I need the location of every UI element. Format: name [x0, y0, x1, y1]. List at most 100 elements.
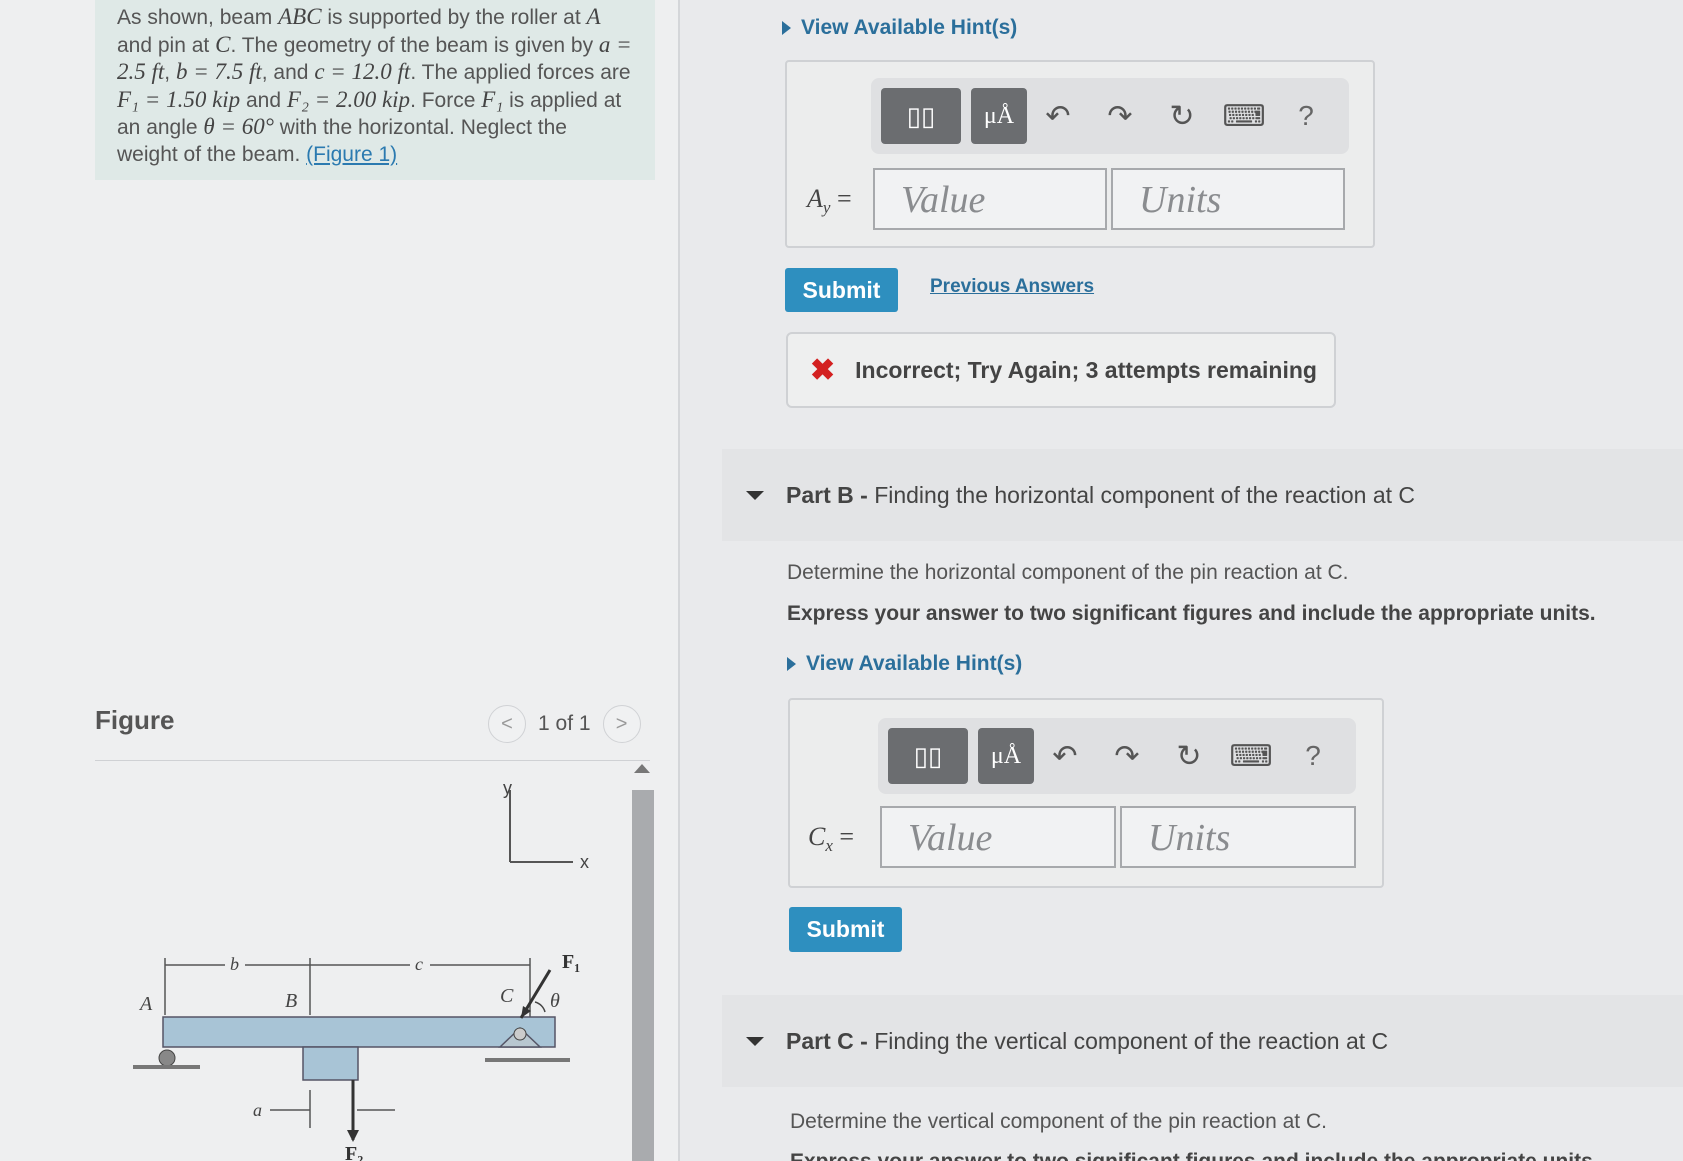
- units-input[interactable]: Units: [1111, 168, 1345, 230]
- text: . Force: [410, 88, 482, 112]
- text: . The geometry of the beam is given by: [230, 33, 599, 57]
- previous-answers-link[interactable]: Previous Answers: [930, 276, 1094, 298]
- undo-icon[interactable]: ↶: [1034, 739, 1096, 774]
- math: ABC: [278, 4, 322, 29]
- point-C-label: C: [500, 985, 514, 1007]
- redo-icon[interactable]: ↷: [1089, 99, 1151, 134]
- dim-b-label: b: [230, 954, 239, 974]
- math: A: [586, 4, 601, 29]
- beam: [162, 1016, 556, 1048]
- math: θ = 60°: [203, 114, 274, 139]
- part-c-title: Part C - Finding the vertical component …: [786, 1028, 1388, 1055]
- part-b-header[interactable]: Part B - Finding the horizontal componen…: [722, 449, 1683, 541]
- math: F₁: [481, 86, 504, 112]
- caret-right-icon: [787, 657, 796, 671]
- figure-pager: < 1 of 1 >: [488, 705, 641, 743]
- part-b-answer-box: ▯▯ μÅ ↶ ↷ ↻ ⌨ ? Cx = Value Units: [788, 698, 1384, 888]
- y-axis-label: y: [503, 778, 512, 798]
- math: F₂ = 2.00 kip: [286, 86, 411, 112]
- left-column: As shown, beam ABC is supported by the r…: [0, 0, 680, 1161]
- problem-statement: As shown, beam ABC is supported by the r…: [95, 0, 655, 180]
- dim-a-label: a: [253, 1100, 262, 1120]
- part-label: Part B -: [786, 481, 868, 508]
- roller-support: [158, 1049, 176, 1067]
- keyboard-icon[interactable]: ⌨: [1220, 739, 1282, 774]
- templates-icon: ▯▯: [906, 100, 936, 131]
- units-button[interactable]: μÅ: [971, 88, 1027, 144]
- next-figure-button[interactable]: >: [602, 705, 641, 743]
- part-label: Part C -: [786, 1027, 868, 1054]
- pin-icon: [513, 1027, 527, 1041]
- scroll-up-arrow-icon[interactable]: [634, 764, 650, 773]
- hint-label: View Available Hint(s): [801, 16, 1018, 39]
- text: and pin at: [117, 33, 216, 57]
- help-icon[interactable]: ?: [1275, 100, 1337, 132]
- chevron-left-icon: <: [501, 712, 513, 735]
- answer-variable-label: Ay =: [807, 184, 852, 218]
- units-input[interactable]: Units: [1120, 806, 1356, 868]
- part-b-title: Part B - Finding the horizontal componen…: [786, 482, 1415, 509]
- math: b = 7.5 ft: [175, 59, 262, 84]
- units-icon: μÅ: [990, 742, 1022, 769]
- part-a-answer-box: ▯▯ μÅ ↶ ↷ ↻ ⌨ ? Ay = Value Units: [785, 60, 1375, 248]
- prev-figure-button[interactable]: <: [488, 705, 526, 743]
- undo-icon[interactable]: ↶: [1027, 99, 1089, 134]
- beam-bracket: [302, 1046, 359, 1081]
- variable: C: [808, 822, 826, 851]
- figure-divider: [95, 760, 650, 761]
- part-c-header[interactable]: Part C - Finding the vertical component …: [722, 995, 1683, 1087]
- dim-c-label: c: [415, 954, 423, 974]
- caret-right-icon: [782, 21, 791, 35]
- part-b-express: Express your answer to two significant f…: [787, 602, 1596, 625]
- part-b-hint-link[interactable]: View Available Hint(s): [787, 652, 1022, 676]
- templates-button[interactable]: ▯▯: [881, 88, 961, 144]
- keyboard-icon[interactable]: ⌨: [1213, 99, 1275, 134]
- part-c-express: Express your answer to two significant f…: [790, 1150, 1599, 1161]
- point-A-label: A: [138, 993, 153, 1015]
- math: C: [215, 31, 231, 57]
- text: As shown, beam: [117, 6, 279, 29]
- math: F₁ = 1.50 kip: [117, 86, 241, 112]
- variable-subscript: y: [822, 198, 831, 218]
- answer-variable-label: Cx =: [808, 822, 854, 856]
- units-icon: μÅ: [983, 102, 1015, 129]
- caret-down-icon: [746, 1036, 764, 1046]
- part-b-instruction: Determine the horizontal component of th…: [787, 561, 1349, 584]
- math-toolbar: ▯▯ μÅ ↶ ↷ ↻ ⌨ ?: [871, 78, 1349, 154]
- variable-subscript: x: [825, 836, 833, 856]
- hint-label: View Available Hint(s): [806, 652, 1023, 675]
- equals-sign: =: [839, 822, 855, 851]
- part-a-hint-link[interactable]: View Available Hint(s): [782, 16, 1017, 40]
- help-icon[interactable]: ?: [1282, 740, 1344, 772]
- text: . The applied forces are: [410, 61, 631, 84]
- text: is supported by the roller at: [321, 6, 587, 29]
- figure-page-count: 1 of 1: [538, 712, 591, 735]
- figure-title: Figure: [95, 705, 175, 735]
- point-B-label: B: [285, 990, 297, 1012]
- angle-arc: [534, 1001, 546, 1013]
- value-input[interactable]: Value: [880, 806, 1116, 868]
- figure-link[interactable]: (Figure 1): [306, 143, 397, 166]
- x-axis-label: x: [580, 852, 589, 872]
- error-x-icon: ✖: [810, 353, 836, 387]
- redo-icon[interactable]: ↷: [1096, 739, 1158, 774]
- units-button[interactable]: μÅ: [978, 728, 1034, 784]
- equals-sign: =: [836, 184, 852, 213]
- reset-icon[interactable]: ↻: [1158, 739, 1220, 774]
- part-b-submit-button[interactable]: Submit: [789, 907, 902, 952]
- templates-button[interactable]: ▯▯: [888, 728, 968, 784]
- part-title-text: Finding the vertical component of the re…: [874, 1027, 1389, 1054]
- reset-icon[interactable]: ↻: [1151, 99, 1213, 134]
- value-input[interactable]: Value: [873, 168, 1107, 230]
- chevron-right-icon: >: [615, 712, 628, 735]
- part-a-submit-button[interactable]: Submit: [785, 268, 898, 312]
- templates-icon: ▯▯: [913, 740, 943, 771]
- feedback-text: Incorrect; Try Again; 3 attempts remaini…: [855, 356, 1317, 383]
- beam-diagram: y x b c A B C F₁ θ F₂ a: [133, 778, 589, 1161]
- part-c-instruction: Determine the vertical component of the …: [790, 1110, 1327, 1133]
- angle-theta-label: θ: [550, 990, 560, 1012]
- part-title-text: Finding the horizontal component of the …: [874, 481, 1416, 508]
- arrowhead-icon: [347, 1130, 359, 1142]
- figure-scrollbar[interactable]: [632, 790, 654, 1161]
- feedback-message: ✖ Incorrect; Try Again; 3 attempts remai…: [786, 332, 1336, 408]
